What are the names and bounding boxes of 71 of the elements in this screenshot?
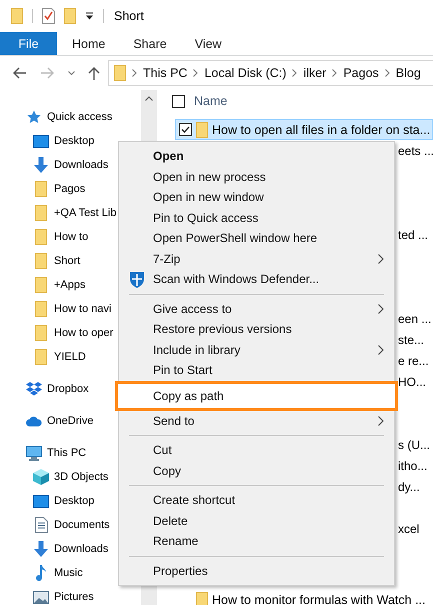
pictures-icon	[33, 590, 49, 604]
document-icon	[34, 517, 48, 533]
ribbon-tab[interactable]: Home	[57, 32, 120, 55]
chevron-right-icon[interactable]	[193, 69, 198, 77]
breadcrumb[interactable]: Blog	[396, 66, 421, 80]
star-icon	[27, 110, 41, 124]
customize-icon[interactable]	[85, 12, 94, 20]
file-name: How to open all files in a folder on sta...	[212, 122, 430, 136]
file-name: eets ...	[398, 144, 433, 158]
folder-icon	[114, 65, 126, 81]
address-bar[interactable]: This PC Local Disk (C:) ilker Pagos Blog	[108, 60, 433, 86]
dropbox-icon	[26, 382, 42, 396]
chevron-right-icon[interactable]	[292, 69, 298, 77]
file-name: dy...	[398, 480, 420, 494]
file-name: e re...	[398, 354, 429, 368]
select-all-checkbox[interactable]	[172, 94, 185, 108]
menu-item[interactable]: Copy as path	[115, 380, 398, 410]
folder-icon	[35, 181, 47, 197]
breadcrumb[interactable]: Pagos	[343, 66, 379, 80]
chevron-right-icon	[378, 344, 384, 355]
folder-icon	[35, 277, 47, 293]
cloud-icon	[26, 416, 42, 426]
folder-icon	[11, 8, 23, 24]
chevron-right-icon[interactable]	[132, 69, 137, 77]
shield-icon	[129, 271, 145, 288]
ribbon-tab[interactable]: Share	[119, 32, 181, 55]
file-tab[interactable]: File	[0, 32, 57, 55]
folder-icon	[35, 205, 47, 221]
file-name: itho...	[398, 458, 428, 472]
folder-icon	[35, 229, 47, 245]
file-name: xcel	[398, 522, 420, 536]
chevron-right-icon[interactable]	[332, 69, 338, 77]
file-name: How to monitor formulas with Watch ...	[212, 592, 426, 605]
breadcrumb[interactable]: Local Disk (C:)	[204, 66, 286, 80]
folder-icon	[35, 349, 47, 365]
chevron-right-icon	[378, 254, 384, 264]
folder-icon	[35, 325, 47, 341]
download-icon	[33, 157, 49, 173]
file-name: HO...	[398, 374, 426, 388]
folder-icon	[196, 592, 208, 605]
folder-icon	[35, 253, 47, 269]
nav-item[interactable]: Quick access	[0, 105, 141, 129]
cube-icon	[33, 469, 49, 485]
monitor-icon	[26, 446, 42, 460]
checkbox[interactable]	[179, 123, 192, 136]
folder-icon	[35, 301, 47, 317]
up-arrow-icon[interactable]	[88, 66, 100, 80]
folder-icon	[196, 122, 208, 138]
breadcrumb[interactable]: This PC	[143, 66, 188, 80]
window-title: Short	[114, 9, 144, 23]
music-note-icon	[35, 565, 47, 581]
desktop-icon	[33, 494, 49, 508]
file-row[interactable]: How to open all files in a folder on sta...	[175, 119, 433, 140]
chevron-right-icon	[378, 416, 384, 426]
file-name: ste...	[398, 332, 424, 346]
chevron-right-icon	[378, 304, 384, 314]
chevron-right-icon[interactable]	[384, 69, 390, 77]
column-header[interactable]: Name	[194, 94, 228, 108]
nav-item[interactable]: Pictures	[0, 585, 141, 605]
properties-icon[interactable]	[42, 8, 55, 24]
file-name: s (U...	[398, 438, 430, 452]
chevron-down-icon[interactable]	[68, 70, 75, 76]
desktop-icon	[33, 134, 49, 148]
file-name: ted ...	[398, 228, 428, 242]
new-folder-icon	[64, 8, 76, 24]
scroll-up-icon[interactable]	[145, 96, 153, 101]
file-name: een ...	[398, 312, 432, 326]
download-icon	[33, 541, 49, 557]
breadcrumb[interactable]: ilker	[303, 66, 326, 80]
ribbon-tab[interactable]: View	[180, 32, 236, 55]
back-arrow-icon[interactable]	[13, 67, 27, 79]
